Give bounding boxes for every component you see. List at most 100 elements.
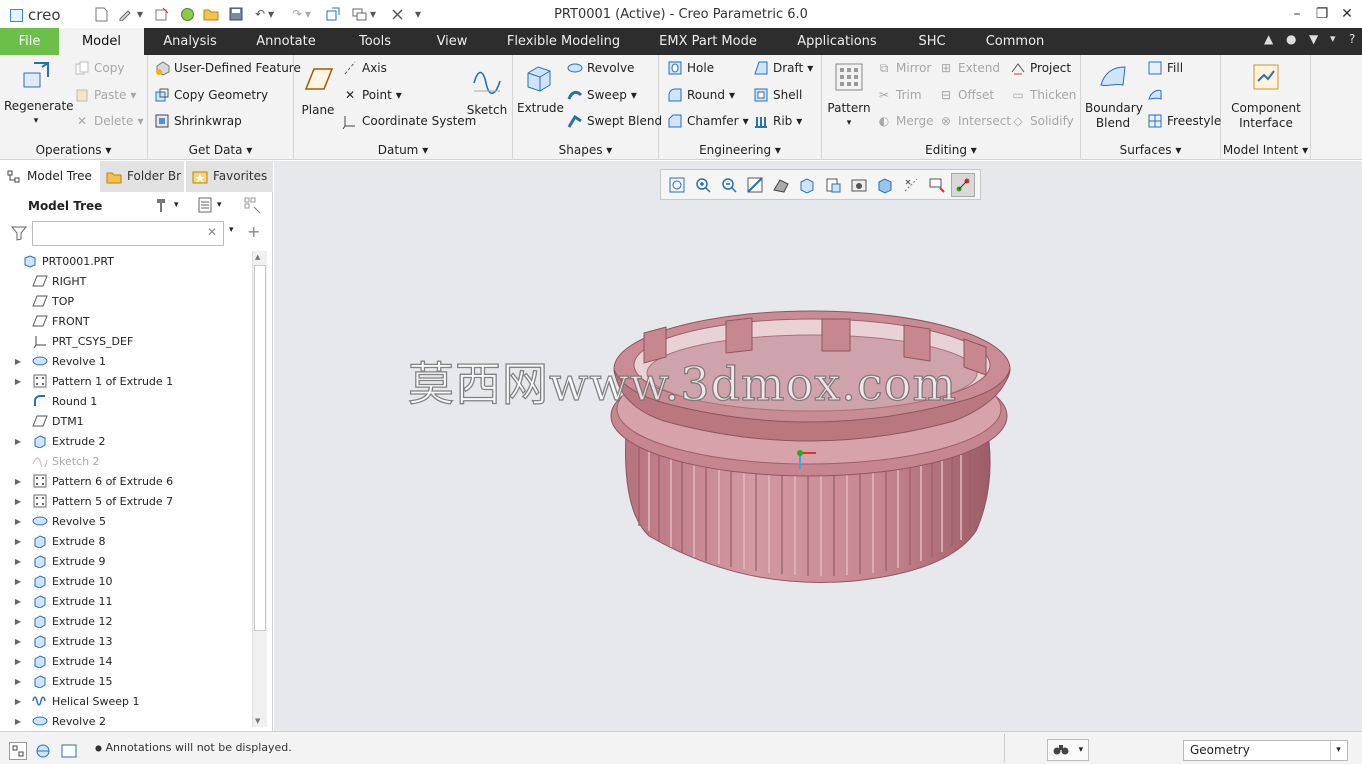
close-window-icon[interactable]	[388, 5, 406, 23]
regenerate-small-icon[interactable]	[324, 5, 342, 23]
surfaces-group-label[interactable]: Surfaces ▾	[1081, 143, 1220, 157]
windows-icon[interactable]	[350, 5, 368, 23]
tab-annotate[interactable]: Annotate	[248, 28, 324, 55]
sweep-button[interactable]: Sweep ▾	[567, 85, 637, 105]
restore-icon[interactable]: ❐	[1309, 3, 1335, 25]
tree-item[interactable]: ▶ Extrude 15	[0, 671, 252, 691]
tree-item[interactable]: ▶ Helical Sweep 1	[0, 691, 252, 711]
selection-filter-select[interactable]: Geometry ▾	[1183, 740, 1348, 761]
tree-item[interactable]: ▶ Extrude 9	[0, 551, 252, 571]
expand-arrow-icon[interactable]: ▶	[12, 557, 24, 566]
tree-search-input[interactable]	[32, 221, 224, 246]
tree-settings-button[interactable]: ▾	[154, 197, 179, 213]
pattern-button[interactable]: Pattern ▾	[826, 61, 872, 131]
shrinkwrap-button[interactable]: Shrinkwrap	[154, 111, 242, 131]
expand-arrow-icon[interactable]: ▶	[12, 677, 24, 686]
tab-view[interactable]: View	[430, 28, 474, 55]
chevron-down-icon[interactable]: ▾	[368, 5, 378, 23]
editing-group-label[interactable]: Editing ▾	[822, 143, 1080, 157]
component-interface-button[interactable]: Component Interface	[1225, 61, 1307, 131]
expand-arrow-icon[interactable]: ▶	[12, 617, 24, 626]
expand-arrow-icon[interactable]: ▶	[12, 517, 24, 526]
expand-arrow-icon[interactable]: ▶	[12, 717, 24, 726]
perspective-view-icon[interactable]	[847, 173, 871, 197]
tree-item[interactable]: PRT0001.PRT	[0, 251, 252, 271]
shell-button[interactable]: Shell	[753, 85, 802, 105]
surface-style-button[interactable]	[1147, 85, 1163, 105]
copy-geometry-button[interactable]: Copy Geometry	[154, 85, 268, 105]
tree-filter-grid-icon[interactable]	[244, 197, 262, 218]
zoom-in-icon[interactable]	[691, 173, 715, 197]
refit-icon[interactable]	[665, 173, 689, 197]
merge-button[interactable]: ◐ Merge	[876, 111, 934, 131]
chevron-down-icon[interactable]: ▾	[266, 5, 276, 23]
tab-emx-part-mode[interactable]: EMX Part Mode	[656, 28, 760, 55]
chevron-down-icon[interactable]: ▾	[229, 225, 234, 235]
user-defined-feature-button[interactable]: User-Defined Feature	[154, 58, 301, 78]
delete-button[interactable]: ✕ Delete ▾	[74, 111, 144, 131]
open-folder-icon[interactable]	[202, 5, 220, 23]
find-button[interactable]: ▾	[1047, 739, 1089, 761]
rib-button[interactable]: Rib ▾	[753, 111, 802, 131]
annotation-display-icon[interactable]	[925, 173, 949, 197]
tree-item[interactable]: ▶ Pattern 6 of Extrude 6	[0, 471, 252, 491]
chevron-down-icon[interactable]: ▾	[135, 5, 145, 23]
repaint-icon[interactable]	[743, 173, 767, 197]
spin-center-icon[interactable]	[951, 172, 975, 197]
project-button[interactable]: Project	[1010, 58, 1071, 78]
saved-orientations-icon[interactable]	[795, 173, 819, 197]
tab-applications[interactable]: Applications	[795, 28, 879, 55]
paste-button[interactable]: Paste ▾	[74, 85, 136, 105]
help-bulb-icon[interactable]: ●	[1286, 32, 1296, 46]
plane-button[interactable]: Plane	[298, 63, 338, 118]
thicken-button[interactable]: ▭ Thicken	[1010, 85, 1076, 105]
freestyle-button[interactable]: Freestyle	[1147, 111, 1221, 131]
tab-favorites[interactable]: Favorites	[186, 161, 273, 192]
tree-item[interactable]: ▶ Pattern 1 of Extrude 1	[0, 371, 252, 391]
learning-icon[interactable]: ▼	[1309, 32, 1318, 46]
extend-button[interactable]: ⊞ Extend	[938, 58, 1000, 78]
clear-search-icon[interactable]: ✕	[207, 225, 217, 239]
tree-item[interactable]: ▶ Extrude 11	[0, 591, 252, 611]
intersect-button[interactable]: ⊗ Intersect	[938, 111, 1011, 131]
fill-button[interactable]: Fill	[1147, 58, 1183, 78]
part-model[interactable]	[604, 291, 1024, 591]
trim-button[interactable]: ✂ Trim	[876, 85, 922, 105]
draft-button[interactable]: Draft ▾	[753, 58, 813, 78]
tree-item[interactable]: ▶ Extrude 2	[0, 431, 252, 451]
datum-group-label[interactable]: Datum ▾	[294, 143, 512, 157]
point-button[interactable]: ✕ Point ▾	[342, 85, 402, 105]
section-view-icon[interactable]	[873, 173, 897, 197]
close-icon[interactable]: ✕	[1334, 3, 1360, 25]
show-button[interactable]: ▾	[197, 197, 222, 213]
add-filter-icon[interactable]: +	[247, 222, 260, 241]
expand-arrow-icon[interactable]: ▶	[12, 357, 24, 366]
solidify-button[interactable]: ◇ Solidify	[1010, 111, 1073, 131]
regenerate-button[interactable]: Regenerate ▾	[4, 59, 74, 129]
tab-model-tree[interactable]: Model Tree	[0, 161, 100, 192]
datum-display-icon[interactable]	[899, 173, 923, 197]
expand-arrow-icon[interactable]: ▶	[12, 697, 24, 706]
mirror-button[interactable]: ⧉ Mirror	[876, 58, 932, 78]
browser-icon[interactable]	[34, 742, 52, 760]
swept-blend-button[interactable]: Swept Blend	[567, 111, 662, 131]
tab-tools[interactable]: Tools	[350, 28, 400, 55]
full-screen-icon[interactable]	[60, 742, 78, 760]
zoom-out-icon[interactable]	[717, 173, 741, 197]
sketch-button[interactable]: Sketch	[466, 63, 508, 118]
tree-scrollbar[interactable]: ▲ ▼	[252, 251, 267, 727]
scroll-up-icon[interactable]: ▲	[255, 253, 260, 261]
graphics-window[interactable]: 莫西网www.3dmox.com	[274, 161, 1362, 731]
scroll-thumb[interactable]	[254, 265, 266, 631]
tree-item[interactable]: RIGHT	[0, 271, 252, 291]
erase-icon[interactable]	[153, 5, 171, 23]
tab-file[interactable]: File	[0, 28, 59, 55]
regen-green-icon[interactable]	[178, 5, 196, 23]
minimize-icon[interactable]: –	[1284, 3, 1310, 25]
hole-button[interactable]: Hole	[667, 58, 714, 78]
offset-button[interactable]: ⊟ Offset	[938, 85, 994, 105]
get-data-group-label[interactable]: Get Data ▾	[148, 143, 293, 157]
pencil-icon[interactable]	[116, 5, 134, 23]
copy-button[interactable]: Copy	[74, 58, 124, 78]
expand-arrow-icon[interactable]: ▶	[12, 477, 24, 486]
